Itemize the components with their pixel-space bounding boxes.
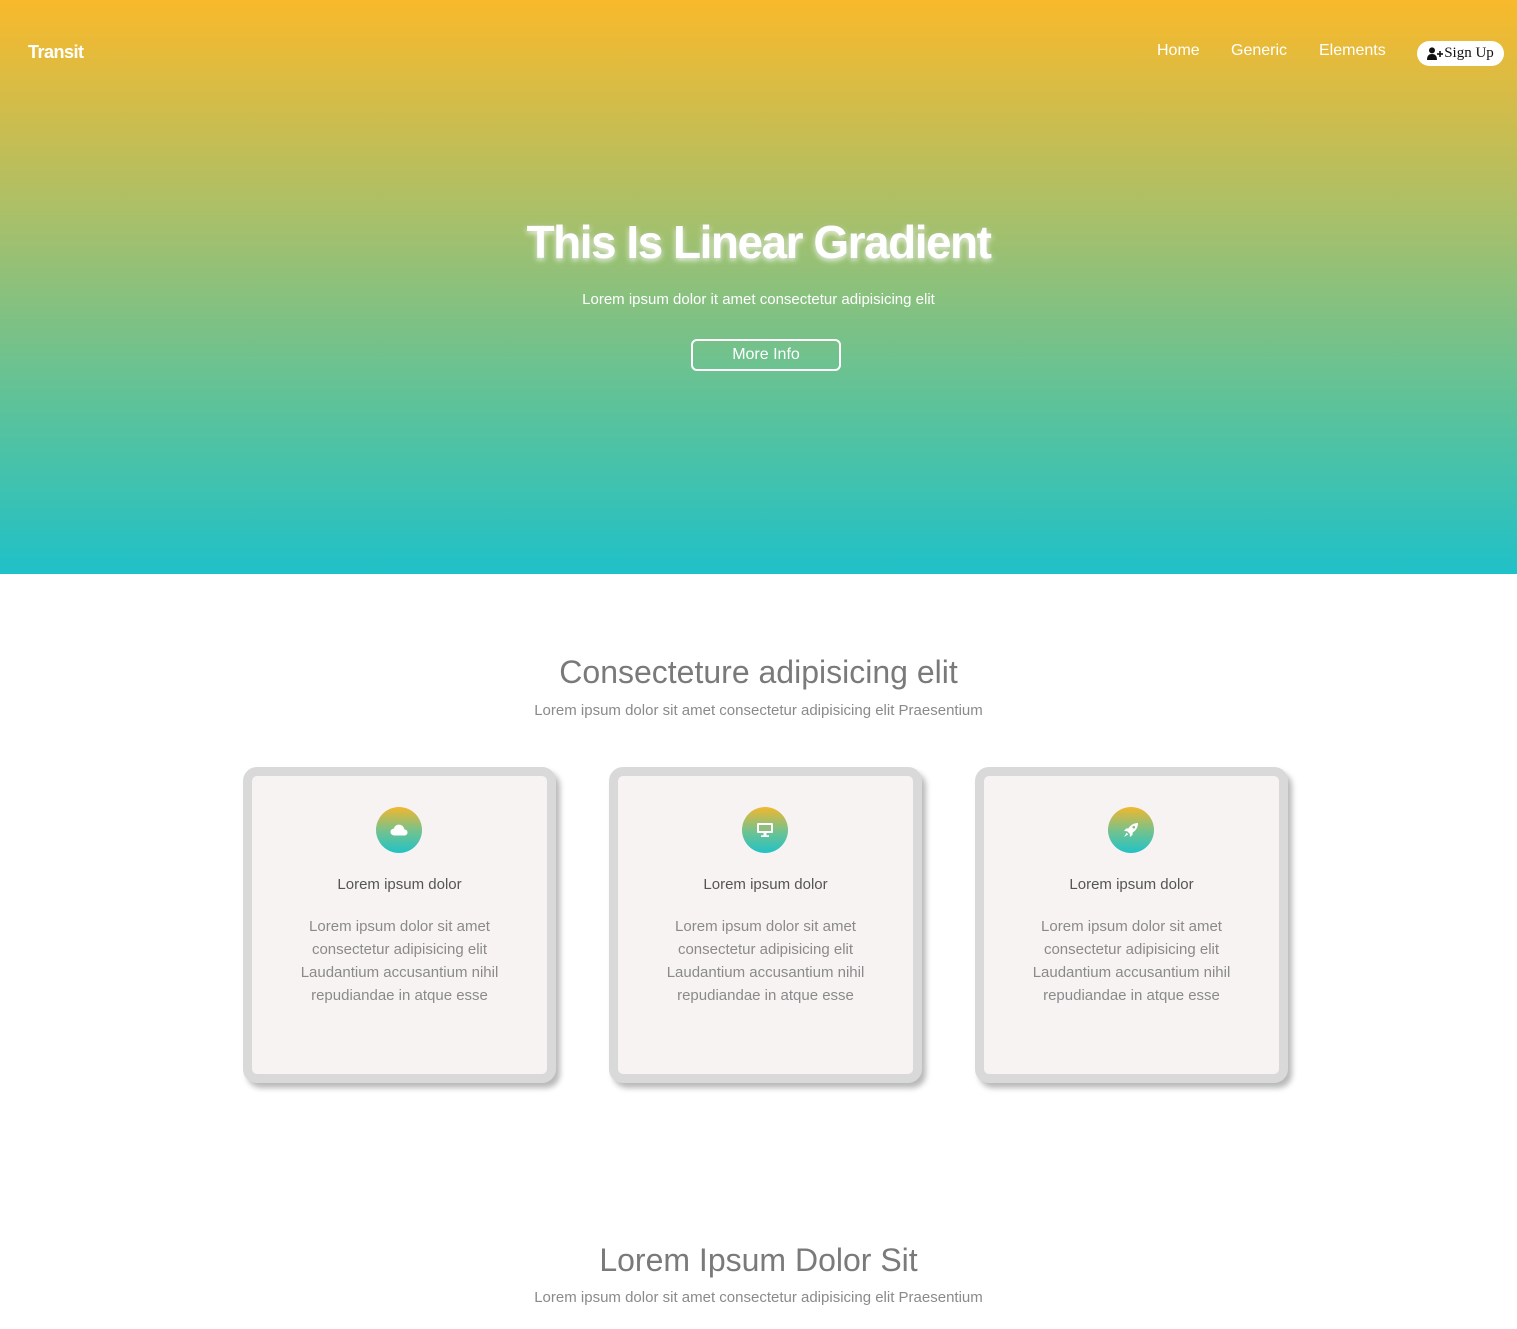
- sign-up-label: Sign Up: [1444, 45, 1494, 61]
- hero-title: This Is Linear Gradient: [526, 216, 992, 268]
- card-text: Lorem ipsum dolor sit amet consectetur a…: [1032, 918, 1231, 1004]
- feature-card: Lorem ipsum dolor Lorem ipsum dolor sit …: [243, 767, 556, 1083]
- nav-link-generic[interactable]: Generic: [1231, 42, 1287, 64]
- hero-banner: Transit Home Generic Elements Sign Up Th…: [0, 0, 1517, 574]
- cloud-icon: [376, 807, 422, 853]
- hero-subtitle: Lorem ipsum dolor it amet consectetur ad…: [582, 291, 935, 308]
- section-subtitle: Lorem ipsum dolor sit amet consectetur a…: [534, 702, 983, 719]
- section-title: Consecteture adipisicing elit: [559, 654, 958, 690]
- rocket-icon: [1108, 807, 1154, 853]
- nav-link-home[interactable]: Home: [1157, 42, 1200, 64]
- feature-card: Lorem ipsum dolor Lorem ipsum dolor sit …: [975, 767, 1288, 1083]
- sign-up-button[interactable]: Sign Up: [1417, 41, 1504, 66]
- feature-card: Lorem ipsum dolor Lorem ipsum dolor sit …: [609, 767, 922, 1083]
- card-title: Lorem ipsum dolor: [337, 876, 462, 893]
- logo[interactable]: Transit: [28, 42, 84, 63]
- nav-link-elements[interactable]: Elements: [1319, 42, 1386, 64]
- desktop-icon: [742, 807, 788, 853]
- card-text: Lorem ipsum dolor sit amet consectetur a…: [666, 918, 865, 1004]
- more-info-button[interactable]: More Info: [691, 339, 841, 371]
- add-user-icon: [1427, 47, 1444, 60]
- card-title: Lorem ipsum dolor: [1069, 876, 1194, 893]
- card-title: Lorem ipsum dolor: [703, 876, 828, 893]
- section-subtitle: Lorem ipsum dolor sit amet consectetur a…: [534, 1289, 983, 1306]
- card-text: Lorem ipsum dolor sit amet consectetur a…: [300, 918, 499, 1004]
- section-title: Lorem Ipsum Dolor Sit: [599, 1242, 918, 1278]
